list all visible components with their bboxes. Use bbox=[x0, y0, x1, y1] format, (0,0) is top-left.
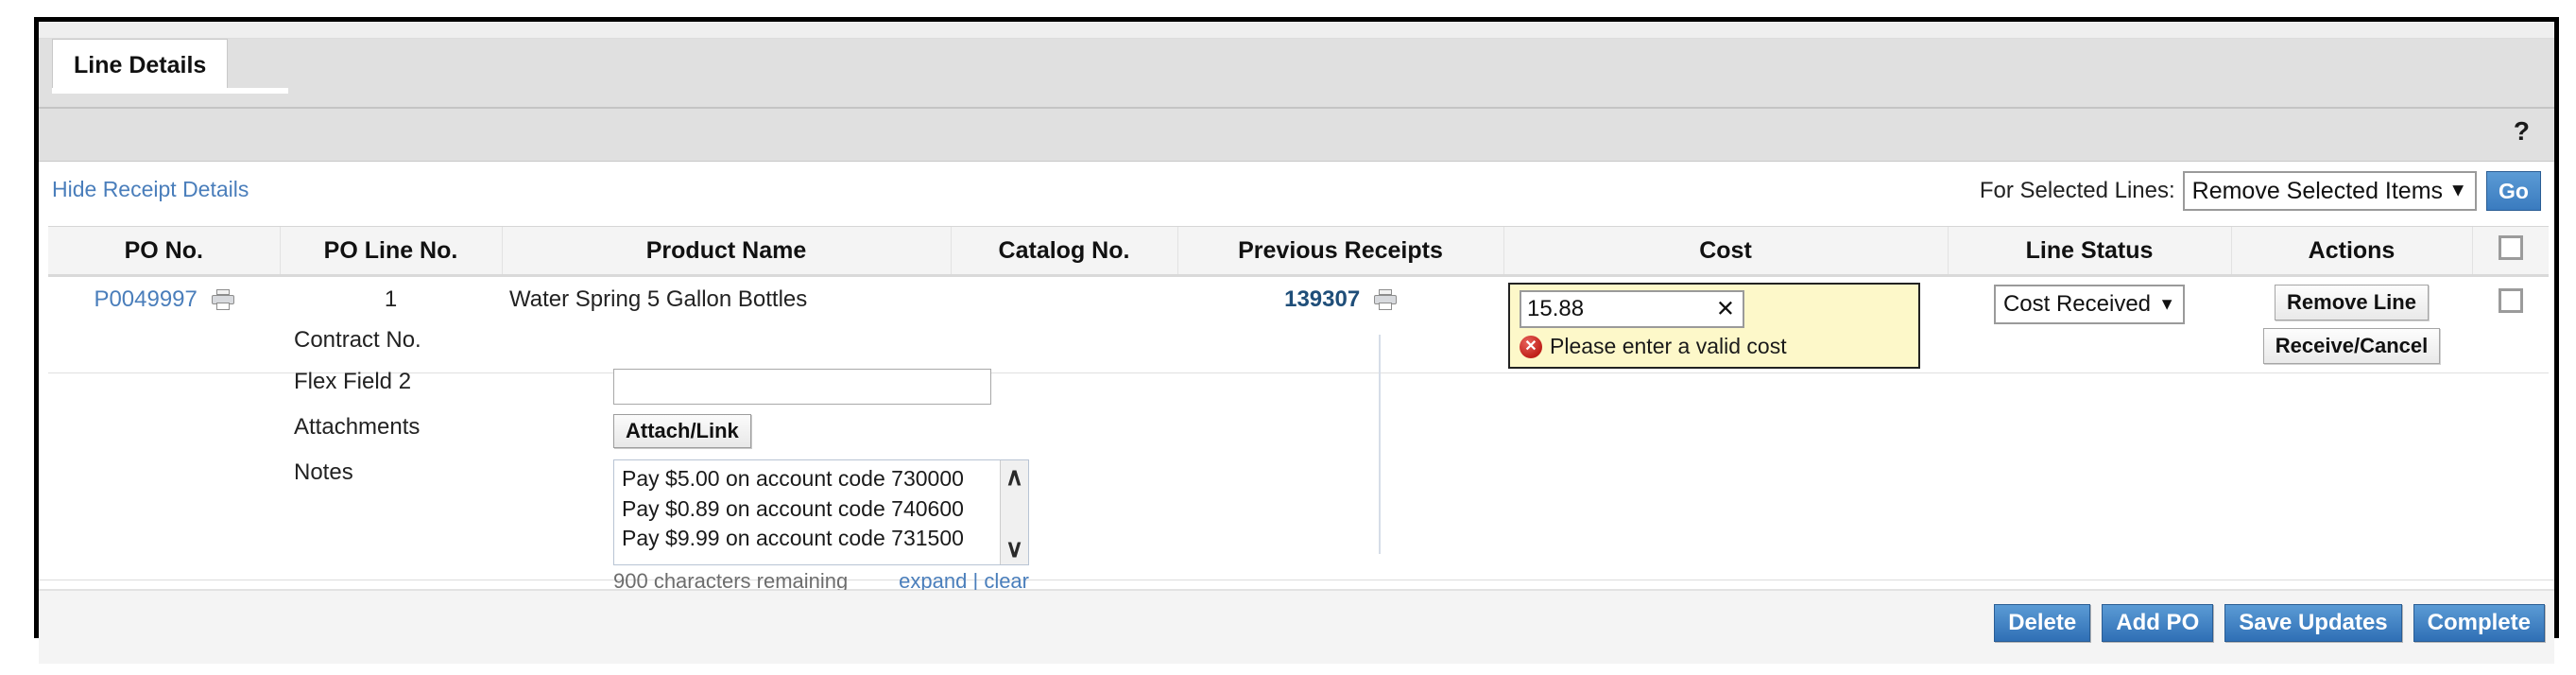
footer-button-group: Delete Add PO Save Updates Complete bbox=[1994, 604, 2545, 642]
cost-input[interactable] bbox=[1520, 290, 1744, 328]
tab-line-details-label: Line Details bbox=[74, 52, 206, 79]
scroll-up-icon[interactable]: ∧ bbox=[1005, 464, 1023, 489]
bulk-action-bar: For Selected Lines: Remove Selected Item… bbox=[1980, 171, 2541, 211]
row-select-checkbox[interactable] bbox=[2499, 288, 2523, 313]
column-header-catalog-no: Catalog No. bbox=[951, 227, 1177, 276]
line-details-panel: Line Details ? Hide Receipt Details For … bbox=[34, 17, 2559, 638]
printer-icon[interactable] bbox=[212, 289, 234, 310]
contract-no-label: Contract No. bbox=[294, 327, 540, 354]
chevron-down-icon: ▼ bbox=[2158, 295, 2175, 315]
flex-field-2-input[interactable] bbox=[613, 369, 991, 405]
delete-button-label: Delete bbox=[2008, 610, 2076, 636]
flex-field-2-label: Flex Field 2 bbox=[294, 369, 540, 395]
po-no-link[interactable]: P0049997 bbox=[94, 286, 197, 312]
notes-text-content: Pay $5.00 on account code 730000 Pay $0.… bbox=[614, 460, 1028, 558]
tab-active-underlay bbox=[52, 88, 288, 94]
tab-strip: Line Details bbox=[39, 22, 2554, 109]
clear-cost-icon[interactable]: ✕ bbox=[1716, 296, 1735, 323]
column-header-po-line-no: PO Line No. bbox=[280, 227, 502, 276]
delete-button[interactable]: Delete bbox=[1994, 604, 2090, 642]
attach-link-button[interactable]: Attach/Link bbox=[613, 414, 751, 448]
add-po-button-label: Add PO bbox=[2116, 610, 2199, 636]
go-button[interactable]: Go bbox=[2486, 171, 2541, 211]
line-detail-subform: Contract No. Flex Field 2 Attachments At… bbox=[48, 327, 2549, 575]
panel-body: Hide Receipt Details For Selected Lines:… bbox=[39, 162, 2554, 580]
column-header-product-name: Product Name bbox=[502, 227, 951, 276]
panel-toolbar: ? bbox=[39, 109, 2554, 162]
line-status-value: Cost Received bbox=[2003, 291, 2151, 318]
column-header-po-no: PO No. bbox=[48, 227, 280, 276]
attachments-label: Attachments bbox=[294, 414, 540, 441]
cost-input-wrapper: ✕ bbox=[1520, 290, 1744, 328]
column-header-select-all bbox=[2472, 227, 2549, 276]
notes-field-wrap: Pay $5.00 on account code 730000 Pay $0.… bbox=[613, 459, 1029, 594]
help-icon[interactable]: ? bbox=[2514, 116, 2530, 147]
notes-label: Notes bbox=[294, 459, 540, 486]
chevron-down-icon: ▼ bbox=[2448, 181, 2467, 202]
add-po-button[interactable]: Add PO bbox=[2102, 604, 2213, 642]
tab-line-details[interactable]: Line Details bbox=[52, 39, 228, 92]
detail-row-flex-field-2: Flex Field 2 bbox=[48, 369, 1029, 414]
panel-footer: Delete Add PO Save Updates Complete bbox=[39, 590, 2554, 664]
select-all-checkbox[interactable] bbox=[2499, 235, 2523, 260]
previous-receipt-link[interactable]: 139307 bbox=[1284, 286, 1360, 312]
detail-divider bbox=[1379, 335, 1381, 554]
for-selected-lines-select[interactable]: Remove Selected Items ▼ bbox=[2183, 171, 2477, 211]
line-status-select[interactable]: Cost Received ▼ bbox=[1994, 285, 2185, 324]
scroll-down-icon[interactable]: ∨ bbox=[1005, 536, 1023, 561]
save-updates-button-label: Save Updates bbox=[2239, 610, 2387, 636]
hide-receipt-details-link[interactable]: Hide Receipt Details bbox=[52, 177, 249, 202]
detail-row-attachments: Attachments Attach/Link bbox=[48, 414, 1029, 459]
attachments-field-wrap: Attach/Link bbox=[613, 414, 751, 448]
complete-button-label: Complete bbox=[2428, 610, 2531, 636]
printer-icon[interactable] bbox=[1374, 289, 1397, 310]
column-header-line-status: Line Status bbox=[1948, 227, 2231, 276]
go-button-label: Go bbox=[2499, 179, 2529, 204]
detail-row-contract-no: Contract No. bbox=[48, 327, 1029, 369]
detail-field-rows: Contract No. Flex Field 2 Attachments At… bbox=[48, 327, 1029, 594]
flex-field-2-field-wrap bbox=[613, 369, 991, 405]
column-header-previous-receipts: Previous Receipts bbox=[1177, 227, 1503, 276]
table-header-row: PO No. PO Line No. Product Name Catalog … bbox=[48, 227, 2549, 276]
tab-strip-top-edge bbox=[39, 22, 2554, 39]
for-selected-lines-label: For Selected Lines: bbox=[1980, 178, 2175, 204]
remove-line-button[interactable]: Remove Line bbox=[2275, 285, 2429, 320]
column-header-cost: Cost bbox=[1503, 227, 1948, 276]
save-updates-button[interactable]: Save Updates bbox=[2224, 604, 2401, 642]
app-screen: Line Details ? Hide Receipt Details For … bbox=[0, 0, 2576, 675]
notes-textarea[interactable]: Pay $5.00 on account code 730000 Pay $0.… bbox=[613, 459, 1029, 565]
column-header-actions: Actions bbox=[2231, 227, 2472, 276]
detail-row-notes: Notes Pay $5.00 on account code 730000 P… bbox=[48, 459, 1029, 594]
notes-scrollbar[interactable]: ∧ ∨ bbox=[1000, 460, 1028, 564]
complete-button[interactable]: Complete bbox=[2413, 604, 2545, 642]
for-selected-lines-value: Remove Selected Items bbox=[2192, 178, 2443, 205]
